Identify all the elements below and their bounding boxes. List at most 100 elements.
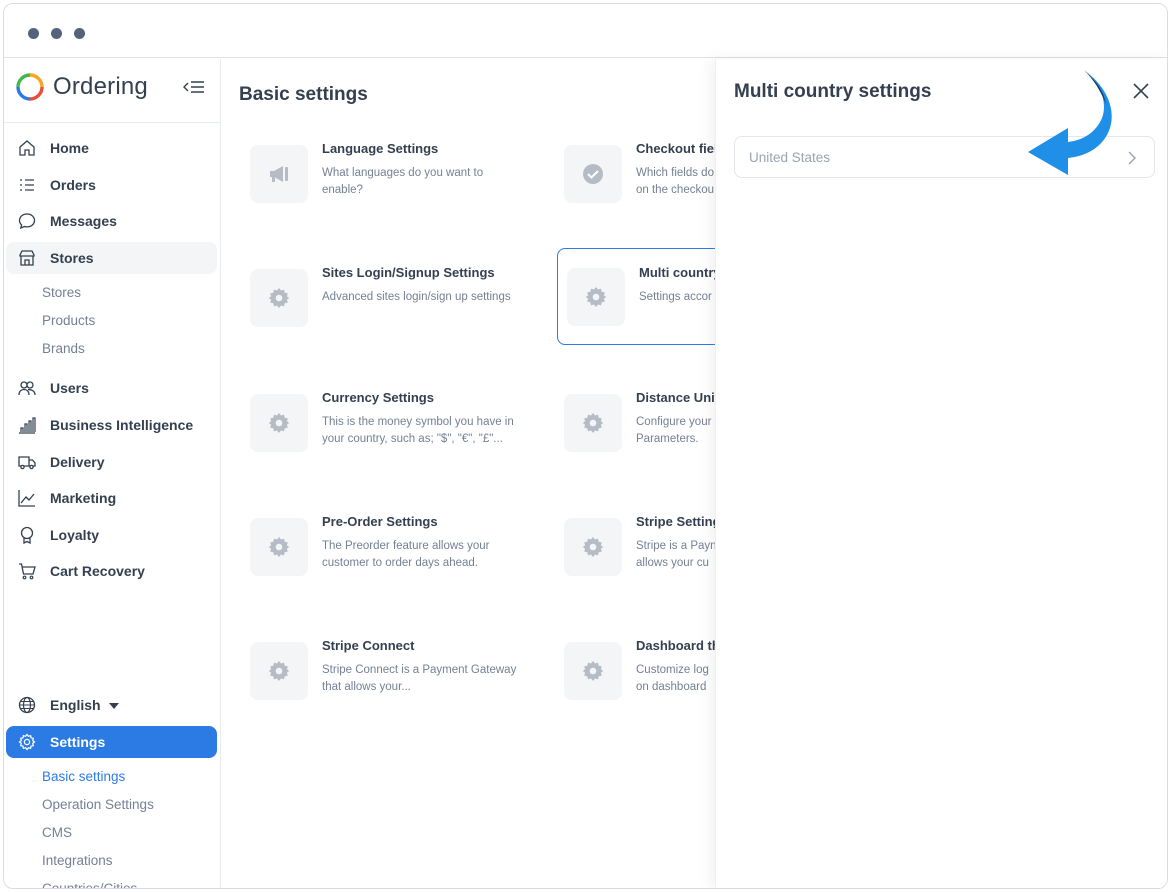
card-title: Currency Settings [322, 390, 434, 405]
card-icon-box [564, 518, 622, 576]
country-name: United States [749, 150, 831, 165]
sidebar-item-business-intelligence[interactable]: Business Intelligence [6, 409, 217, 441]
gear-icon [582, 537, 604, 557]
sidebar-item-label: Delivery [50, 454, 105, 470]
settings-card-sites-login[interactable]: Sites Login/Signup Settings Advanced sit… [240, 249, 554, 347]
sidebar-subitem-integrations[interactable]: Integrations [42, 853, 113, 868]
gear-icon [268, 288, 290, 308]
sidebar-item-marketing[interactable]: Marketing [6, 482, 217, 514]
sidebar-item-home[interactable]: Home [6, 132, 217, 164]
page-title: Basic settings [239, 84, 368, 105]
card-description: Advanced sites login/sign up settings [322, 291, 511, 303]
sidebar-item-label: Home [50, 140, 89, 156]
sidebar-item-settings[interactable]: Settings [6, 726, 217, 758]
card-title: Language Settings [322, 141, 439, 156]
graph-icon [18, 490, 35, 507]
cart-icon [19, 563, 36, 580]
gear-icon [582, 413, 604, 433]
sidebar-item-messages[interactable]: Messages [6, 205, 217, 237]
sidebar-item-orders[interactable]: Orders [6, 169, 217, 201]
sidebar-item-label: Marketing [50, 490, 117, 506]
card-icon-box [250, 269, 308, 327]
browser-window: Ordering Home Orders Messages Stores Sto… [3, 3, 1168, 889]
card-icon-box [250, 518, 308, 576]
sidebar-item-label: Stores [50, 250, 94, 266]
card-icon-box [564, 394, 622, 452]
sidebar-item-cart-recovery[interactable]: Cart Recovery [6, 555, 217, 587]
sidebar-subitem-brands[interactable]: Brands [42, 341, 85, 356]
shop-icon [19, 250, 35, 266]
panel-title: Multi country settings [734, 81, 932, 102]
sidebar-divider [4, 122, 220, 123]
award-icon [20, 526, 34, 544]
card-title: Checkout fiel [636, 141, 718, 156]
globe-icon [18, 696, 36, 714]
card-description: What languages do you want to enable? [322, 167, 484, 196]
gear-icon [268, 661, 290, 681]
caret-down-icon [108, 703, 119, 710]
truck-icon [18, 456, 36, 470]
sidebar-item-label: Loyalty [50, 527, 100, 543]
list-icon [20, 179, 34, 191]
card-title: Dashboard th [636, 638, 720, 653]
bar-chart-icon [19, 417, 36, 434]
language-label: English [50, 697, 119, 713]
window-dot-icon[interactable] [74, 28, 85, 39]
multi-country-panel: Multi country settings United States [715, 59, 1167, 888]
close-icon[interactable] [1131, 81, 1151, 101]
card-icon-box [564, 642, 622, 700]
chat-icon [18, 213, 36, 230]
card-title: Distance Unit [636, 390, 720, 405]
sidebar-item-label: Orders [50, 177, 96, 193]
pointer-arrow-icon [1028, 70, 1112, 175]
settings-card-pre-order[interactable]: Pre-Order Settings The Preorder feature … [240, 498, 554, 596]
sidebar-item-delivery[interactable]: Delivery [6, 446, 217, 478]
window-dot-icon[interactable] [28, 28, 39, 39]
sidebar: Ordering Home Orders Messages Stores Sto… [4, 59, 221, 888]
language-value: English [50, 697, 101, 713]
gear-icon [268, 537, 290, 557]
sidebar-subitem-basic-settings[interactable]: Basic settings [42, 769, 125, 784]
gear-icon [18, 733, 36, 751]
card-icon-box [250, 394, 308, 452]
card-icon-box [567, 268, 625, 326]
language-selector[interactable]: English [6, 689, 217, 721]
card-title: Stripe Setting [636, 514, 721, 529]
settings-card-language[interactable]: Language Settings What languages do you … [240, 125, 554, 223]
check-circle-icon [583, 164, 603, 184]
ordering-logo-icon [16, 73, 44, 101]
users-icon [18, 381, 36, 396]
gear-icon [268, 413, 290, 433]
brand-name: Ordering [53, 73, 148, 100]
sidebar-subitem-countries-cities[interactable]: Countries/Cities [42, 881, 137, 888]
sidebar-subitem-operation-settings[interactable]: Operation Settings [42, 797, 154, 812]
sidebar-item-label: Settings [50, 734, 106, 750]
sidebar-item-users[interactable]: Users [6, 372, 217, 404]
card-description: Stripe Connect is a Payment Gateway that… [322, 664, 517, 693]
sidebar-item-label: Business Intelligence [50, 417, 194, 433]
chevron-right-icon [1128, 151, 1136, 165]
card-title: Pre-Order Settings [322, 514, 438, 529]
card-description: The Preorder feature allows your custome… [322, 540, 490, 569]
settings-card-currency[interactable]: Currency Settings This is the money symb… [240, 374, 554, 472]
brand-logo[interactable]: Ordering [15, 71, 148, 103]
sidebar-subitem-products[interactable]: Products [42, 313, 95, 328]
card-icon-box [250, 145, 308, 203]
card-icon-box [564, 145, 622, 203]
sidebar-subitem-cms[interactable]: CMS [42, 825, 72, 840]
card-title: Multi country [639, 265, 721, 280]
sidebar-item-label: Cart Recovery [50, 563, 145, 579]
window-dot-icon[interactable] [51, 28, 62, 39]
sidebar-item-stores[interactable]: Stores [6, 242, 217, 274]
sidebar-item-label: Messages [50, 213, 117, 229]
sidebar-item-loyalty[interactable]: Loyalty [6, 519, 217, 551]
collapse-sidebar-icon[interactable] [182, 79, 206, 95]
window-titlebar [4, 4, 1167, 58]
gear-icon [582, 661, 604, 681]
megaphone-icon [270, 166, 288, 182]
sidebar-subitem-stores[interactable]: Stores [42, 285, 81, 300]
card-title: Sites Login/Signup Settings [322, 265, 495, 280]
sidebar-item-label: Users [50, 380, 89, 396]
settings-card-stripe-connect[interactable]: Stripe Connect Stripe Connect is a Payme… [240, 622, 554, 720]
card-icon-box [250, 642, 308, 700]
